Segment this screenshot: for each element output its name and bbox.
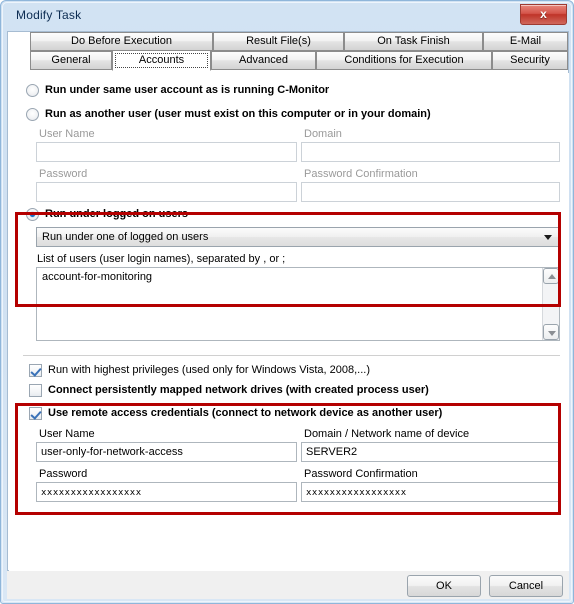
- radio-run-same-user[interactable]: [26, 84, 39, 97]
- tab-advanced[interactable]: Advanced: [211, 51, 316, 70]
- radio-run-another-user-label: Run as another user (user must exist on …: [45, 108, 431, 120]
- tab-row-lower: General Accounts Advanced Conditions for…: [8, 50, 568, 71]
- radio-run-logged-on-users[interactable]: [26, 208, 39, 221]
- radio-run-same-user-label: Run under same user account as is runnin…: [45, 84, 330, 96]
- checkbox-connect-mapped-drives-label: Connect persistently mapped network driv…: [48, 384, 429, 396]
- checkbox-run-highest-privileges-label: Run with highest privileges (used only f…: [48, 364, 371, 376]
- tab-do-before-execution[interactable]: Do Before Execution: [30, 32, 213, 51]
- close-icon[interactable]: x: [520, 4, 567, 25]
- remote-password-label: Password: [39, 468, 88, 480]
- title-bar: Modify Task x: [3, 3, 573, 29]
- accounts-tab-panel: Run under same user account as is runnin…: [9, 73, 569, 571]
- tab-strip: Do Before Execution Result File(s) On Ta…: [8, 32, 568, 71]
- another-user-domain-label: Domain: [304, 128, 342, 140]
- tab-result-files[interactable]: Result File(s): [213, 32, 344, 51]
- remote-password-confirmation-input[interactable]: xxxxxxxxxxxxxxxxx: [301, 482, 560, 502]
- another-user-name-label: User Name: [39, 128, 95, 140]
- checkbox-run-highest-privileges[interactable]: [29, 364, 42, 377]
- tab-security[interactable]: Security: [492, 51, 568, 70]
- another-user-password-confirmation-label: Password Confirmation: [304, 168, 418, 180]
- remote-domain-input[interactable]: SERVER2: [301, 442, 560, 462]
- tab-on-task-finish[interactable]: On Task Finish: [344, 32, 483, 51]
- another-user-password-confirmation-input[interactable]: [301, 182, 560, 202]
- checkbox-connect-mapped-drives[interactable]: [29, 384, 42, 397]
- scroll-down-icon[interactable]: [543, 324, 559, 340]
- tab-row-upper: Do Before Execution Result File(s) On Ta…: [8, 32, 568, 51]
- another-user-password-input[interactable]: [36, 182, 297, 202]
- users-list-textarea[interactable]: account-for-monitoring: [36, 267, 560, 341]
- cancel-button[interactable]: Cancel: [489, 575, 563, 597]
- tab-accounts[interactable]: Accounts: [112, 50, 211, 71]
- another-user-name-input[interactable]: [36, 142, 297, 162]
- users-list-scrollbar[interactable]: [542, 268, 559, 340]
- scroll-up-icon[interactable]: [543, 268, 559, 284]
- tab-general[interactable]: General: [30, 51, 112, 70]
- another-user-domain-input[interactable]: [301, 142, 560, 162]
- users-list-label: List of users (user login names), separa…: [37, 253, 286, 265]
- window-title: Modify Task: [16, 8, 82, 22]
- modify-task-window: Modify Task x Do Before Execution Result…: [0, 0, 574, 604]
- tab-email[interactable]: E-Mail: [483, 32, 568, 51]
- radio-run-logged-on-users-label: Run under logged on users: [45, 208, 189, 220]
- logged-on-users-mode-select[interactable]: Run under one of logged on users: [36, 227, 560, 247]
- tab-accounts-label: Accounts: [138, 54, 185, 66]
- radio-run-another-user[interactable]: [26, 108, 39, 121]
- remote-password-confirmation-label: Password Confirmation: [304, 468, 418, 480]
- tab-conditions-for-execution[interactable]: Conditions for Execution: [316, 51, 492, 70]
- divider: [23, 355, 560, 356]
- dialog-footer: OK Cancel: [7, 571, 569, 599]
- checkbox-use-remote-access-credentials[interactable]: [29, 407, 42, 420]
- remote-user-name-label: User Name: [39, 428, 95, 440]
- remote-domain-label: Domain / Network name of device: [304, 428, 470, 440]
- chevron-down-icon: [544, 235, 552, 240]
- remote-user-name-input[interactable]: user-only-for-network-access: [36, 442, 297, 462]
- logged-on-users-mode-value: Run under one of logged on users: [42, 231, 209, 243]
- checkbox-use-remote-access-credentials-label: Use remote access credentials (connect t…: [48, 407, 443, 419]
- client-area: Do Before Execution Result File(s) On Ta…: [7, 31, 569, 571]
- users-list-value: account-for-monitoring: [42, 271, 153, 283]
- another-user-password-label: Password: [39, 168, 88, 180]
- ok-button[interactable]: OK: [407, 575, 481, 597]
- remote-password-input[interactable]: xxxxxxxxxxxxxxxxx: [36, 482, 297, 502]
